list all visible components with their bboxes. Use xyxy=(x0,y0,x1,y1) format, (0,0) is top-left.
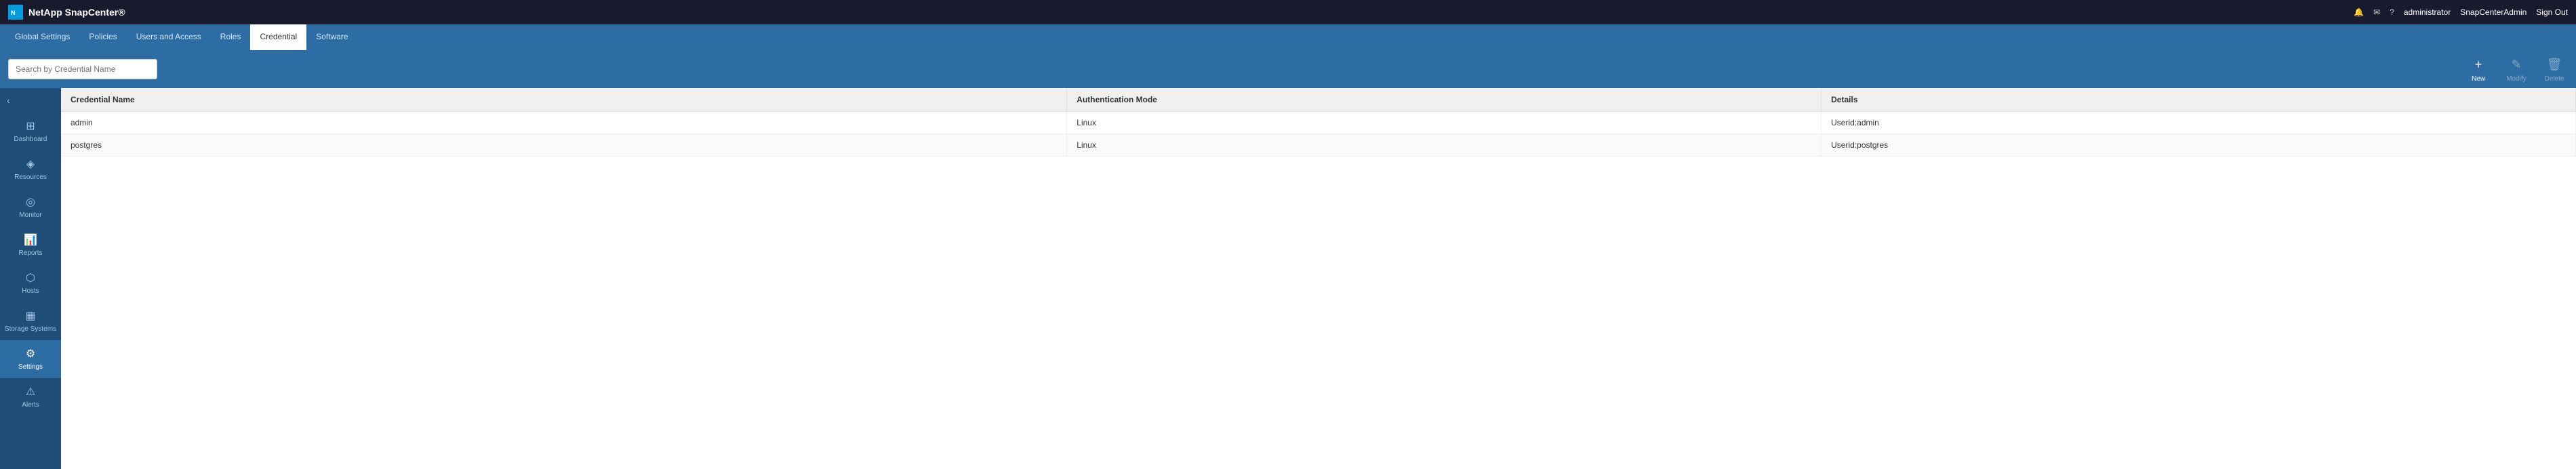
settings-subnav: Global Settings Policies Users and Acces… xyxy=(0,24,2576,50)
sidebar-label-reports: Reports xyxy=(18,249,42,258)
content-toolbar: + New ✎ Modify 🗑 Delete xyxy=(0,50,2576,88)
table-header-row: Credential Name Authentication Mode Deta… xyxy=(61,88,2576,112)
sidebar-item-resources[interactable]: ◈ Resources xyxy=(0,150,61,188)
user-label[interactable]: administrator xyxy=(2404,7,2451,17)
settings-icon: ⚙ xyxy=(26,347,35,361)
subnav-global-settings[interactable]: Global Settings xyxy=(5,24,79,50)
notification-icon[interactable]: 🔔 xyxy=(2354,7,2364,17)
reports-icon: 📊 xyxy=(24,233,37,247)
modify-icon: ✎ xyxy=(2508,56,2525,74)
sidebar-item-settings[interactable]: ⚙ Settings xyxy=(0,340,61,378)
app-title: NetApp SnapCenter® xyxy=(28,7,125,18)
cell-credential-name: admin xyxy=(61,112,1067,134)
hosts-icon: ⬡ xyxy=(26,271,35,285)
sidebar-label-hosts: Hosts xyxy=(22,287,39,295)
cell-details: Userid:admin xyxy=(1822,112,2576,134)
cell-credential-name: postgres xyxy=(61,134,1067,157)
sidebar-toggle[interactable]: ‹ xyxy=(0,91,61,110)
monitor-icon: ◎ xyxy=(26,195,35,209)
main-layout: ‹ ⊞ Dashboard ◈ Resources ◎ Monitor 📊 Re… xyxy=(0,88,2576,469)
subnav-users-and-access[interactable]: Users and Access xyxy=(127,24,211,50)
credentials-table: Credential Name Authentication Mode Deta… xyxy=(61,88,2576,157)
table-row[interactable]: postgres Linux Userid:postgres xyxy=(61,134,2576,157)
dashboard-icon: ⊞ xyxy=(26,119,35,133)
storage-systems-icon: ▦ xyxy=(25,309,35,323)
sidebar-label-dashboard: Dashboard xyxy=(14,136,47,144)
help-icon[interactable]: ? xyxy=(2390,7,2394,17)
alerts-icon: ⚠ xyxy=(26,385,35,399)
toolbar-right: + New ✎ Modify 🗑 Delete xyxy=(2465,56,2568,83)
cell-authentication-mode: Linux xyxy=(1067,134,1822,157)
subnav-credential[interactable]: Credential xyxy=(250,24,306,50)
sidebar-label-monitor: Monitor xyxy=(19,211,41,220)
col-header-details: Details xyxy=(1822,88,2576,112)
signout-link[interactable]: Sign Out xyxy=(2536,7,2568,17)
sidebar-item-monitor[interactable]: ◎ Monitor xyxy=(0,188,61,226)
netapp-logo-icon: N xyxy=(8,5,23,20)
top-navbar-right: 🔔 ✉ ? administrator SnapCenterAdmin Sign… xyxy=(2354,7,2568,17)
sidebar-item-hosts[interactable]: ⬡ Hosts xyxy=(0,264,61,302)
sidebar-item-alerts[interactable]: ⚠ Alerts xyxy=(0,378,61,416)
resources-icon: ◈ xyxy=(26,157,35,171)
tenant-label[interactable]: SnapCenterAdmin xyxy=(2460,7,2527,17)
sidebar-label-resources: Resources xyxy=(14,174,47,182)
cell-details: Userid:postgres xyxy=(1822,134,2576,157)
sidebar-item-storage-systems[interactable]: ▦ Storage Systems xyxy=(0,302,61,340)
col-header-authentication-mode: Authentication Mode xyxy=(1067,88,1822,112)
col-header-credential-name: Credential Name xyxy=(61,88,1067,112)
sidebar-label-storage-systems: Storage Systems xyxy=(5,325,56,333)
subnav-software[interactable]: Software xyxy=(306,24,357,50)
table-body: admin Linux Userid:admin postgres Linux … xyxy=(61,112,2576,157)
content-area: Credential Name Authentication Mode Deta… xyxy=(61,88,2576,469)
table-row[interactable]: admin Linux Userid:admin xyxy=(61,112,2576,134)
modify-button[interactable]: ✎ Modify xyxy=(2503,56,2530,83)
toolbar-left xyxy=(8,59,157,79)
delete-button[interactable]: 🗑 Delete xyxy=(2541,56,2568,83)
sidebar-item-reports[interactable]: 📊 Reports xyxy=(0,226,61,264)
sidebar-label-alerts: Alerts xyxy=(22,401,39,409)
subnav-policies[interactable]: Policies xyxy=(79,24,126,50)
new-icon: + xyxy=(2470,56,2487,74)
top-navbar-left: N NetApp SnapCenter® xyxy=(8,5,125,20)
sidebar-label-settings: Settings xyxy=(18,363,43,371)
delete-icon: 🗑 xyxy=(2545,56,2563,74)
cell-authentication-mode: Linux xyxy=(1067,112,1822,134)
message-icon[interactable]: ✉ xyxy=(2373,7,2380,17)
new-button[interactable]: + New xyxy=(2465,56,2492,83)
svg-text:N: N xyxy=(11,9,16,16)
sidebar-item-dashboard[interactable]: ⊞ Dashboard xyxy=(0,113,61,150)
sidebar: ‹ ⊞ Dashboard ◈ Resources ◎ Monitor 📊 Re… xyxy=(0,88,61,469)
subnav-roles[interactable]: Roles xyxy=(211,24,251,50)
top-navbar: N NetApp SnapCenter® 🔔 ✉ ? administrator… xyxy=(0,0,2576,24)
search-input[interactable] xyxy=(8,59,157,79)
